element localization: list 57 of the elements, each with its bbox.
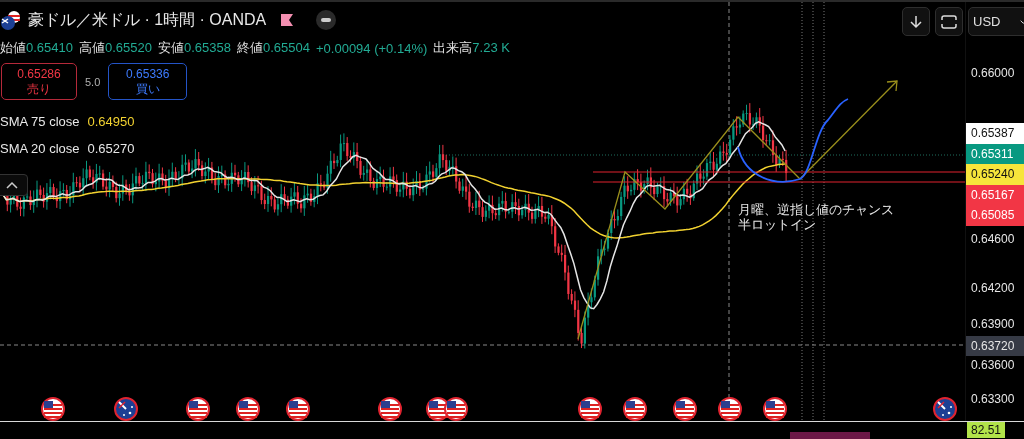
indicator-value: 0.64950 (87, 114, 135, 129)
ohlc-label: 終値 (237, 40, 263, 55)
indicator-name: SMA 20 close (0, 141, 80, 156)
minus-circle-icon[interactable] (316, 10, 337, 30)
flag-icon[interactable] (41, 397, 65, 421)
chevron-down-icon (1020, 18, 1024, 25)
price-tick: 0.66000 (971, 66, 1015, 80)
flag-icon[interactable] (718, 397, 742, 421)
ohlc-value: 0.65504 (263, 40, 310, 55)
price-label: 0.65387 (966, 123, 1024, 144)
indicator-value-label: 82.51 (967, 422, 1006, 438)
ohlc-label: 高値 (79, 40, 105, 55)
arrow-down-icon (910, 14, 922, 29)
flag-icon[interactable] (186, 397, 210, 421)
scroll-down-button[interactable] (902, 7, 930, 36)
volume-label: 出来高 (433, 40, 473, 55)
ohlc-value: 0.65410 (26, 40, 73, 55)
flag-icon[interactable] (623, 397, 647, 421)
chart-annotation: 月曜、逆指し値のチャンス 半ロットイン (738, 202, 894, 232)
volume-value: 7.23 K (472, 40, 510, 55)
indicator-name: SMA 75 close (0, 114, 80, 129)
ohlc-value: 0.65358 (184, 40, 231, 55)
price-tick: 0.63600 (971, 358, 1015, 372)
price-label: 0.65311 (966, 143, 1024, 164)
flag-icon[interactable] (933, 397, 957, 421)
fullscreen-button[interactable] (935, 7, 963, 36)
price-label: 0.65085 (966, 205, 1024, 226)
price-label: 0.65240 (966, 164, 1024, 185)
ohlc-label: 安値 (158, 40, 184, 55)
flag-icon[interactable] (286, 397, 310, 421)
crosshair-price-label: 0.63720 (966, 336, 1024, 356)
flag-icon[interactable] (236, 397, 260, 421)
currency-pair-icon (0, 10, 22, 30)
flag-icon[interactable] (673, 397, 697, 421)
collapse-button[interactable] (0, 174, 28, 196)
chart-title: 豪ドル／米ドル · 1時間 · OANDA (28, 9, 267, 30)
flag-icon[interactable] (578, 397, 602, 421)
flag-icon[interactable] (114, 397, 138, 421)
sell-button[interactable]: 0.65286 売り (1, 63, 77, 100)
price-tick: 0.64600 (971, 232, 1015, 246)
price-tick: 0.63900 (971, 317, 1015, 331)
price-tick: 0.63300 (971, 392, 1015, 406)
fullscreen-icon (941, 14, 957, 29)
ohlc-label: 始値 (0, 40, 26, 55)
flag-icon[interactable] (763, 397, 787, 421)
price-label: 0.65167 (966, 184, 1024, 205)
chevron-up-icon (6, 181, 18, 189)
flag-icon[interactable] (444, 397, 468, 421)
ohlc-value: 0.65520 (105, 40, 152, 55)
currency-dropdown[interactable]: USD (968, 7, 1024, 36)
flag-icon[interactable] (280, 13, 295, 27)
price-change: +0.00094 (+0.14%) (316, 40, 428, 56)
flag-icon[interactable] (378, 397, 402, 421)
price-tick: 0.64200 (971, 281, 1015, 295)
buy-button[interactable]: 0.65336 買い (108, 63, 188, 100)
indicator-value: 0.65270 (87, 141, 135, 156)
spread-value: 5.0 (85, 75, 101, 88)
